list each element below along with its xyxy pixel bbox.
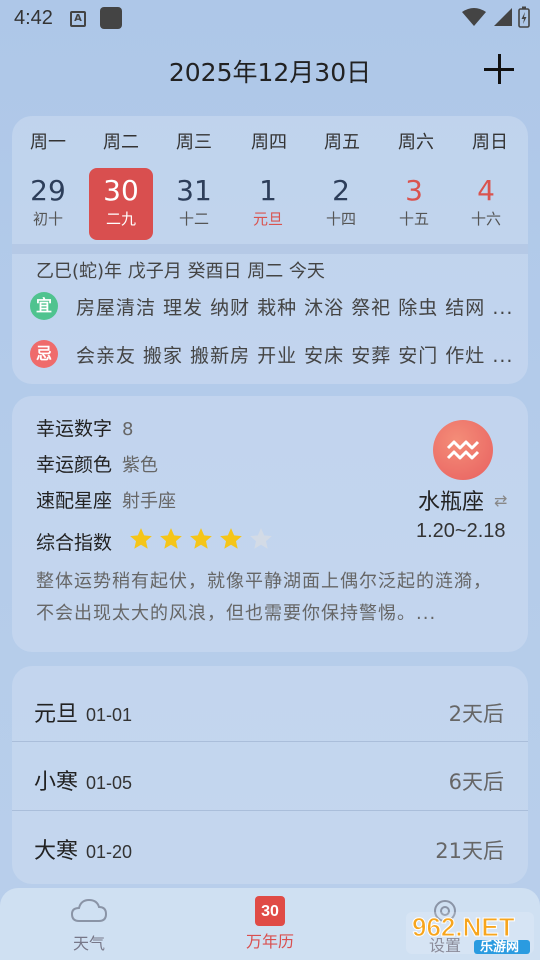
day-cell[interactable]: 2 十四 xyxy=(309,168,373,240)
cloud-icon xyxy=(70,898,108,922)
fortune-description: 整体运势稍有起伏，就像平静湖面上偶尔泛起的涟漪，不会出现太大的风浪，但也需要你保… xyxy=(36,571,492,624)
ji-badge: 忌 xyxy=(30,340,58,368)
day-cell-weekend[interactable]: 3 十五 xyxy=(382,168,446,240)
day-number: 4 xyxy=(477,174,495,207)
divider xyxy=(12,810,528,811)
holiday-countdown: 6天后 xyxy=(448,770,504,794)
app-notification-icon xyxy=(100,7,122,29)
zodiac-date-range: 1.20~2.18 xyxy=(416,520,506,542)
weekday-label: 周三 xyxy=(176,132,212,153)
day-number: 1 xyxy=(259,174,277,207)
status-bar: 4:42 A xyxy=(0,0,540,38)
lunar-date: 十五 xyxy=(398,210,429,228)
holiday-date: 01-05 xyxy=(86,773,133,793)
ji-row[interactable]: 忌 会亲友 搬家 搬新房 开业 安床 安葬 安门 作灶 ... xyxy=(30,338,513,370)
fortune-card[interactable]: 幸运数字 8 幸运颜色 紫色 速配星座 射手座 综合指数 水瓶座 ⇄ 1.20~2.1… xyxy=(12,396,528,652)
status-time: 4:42 xyxy=(14,7,53,29)
nav-calendar-label: 万年历 xyxy=(245,932,294,951)
weekday-label: 周一 xyxy=(30,132,66,153)
swap-icon[interactable]: ⇄ xyxy=(494,491,507,510)
lunar-date: 十二 xyxy=(178,210,209,228)
nav-weather-label: 天气 xyxy=(72,934,105,953)
add-button[interactable] xyxy=(482,52,516,86)
holiday-row[interactable]: 小寒 01-05 6天后 xyxy=(12,744,528,812)
holiday-date: 01-20 xyxy=(86,842,133,862)
day-cell[interactable]: 31 十二 xyxy=(162,168,226,240)
lucky-color-value: 紫色 xyxy=(122,455,159,476)
battery-icon xyxy=(518,6,530,28)
lucky-number-value: 8 xyxy=(122,419,134,440)
day-number: 3 xyxy=(405,174,423,207)
day-number: 31 xyxy=(176,174,212,207)
holiday-row[interactable]: 大寒 01-20 21天后 xyxy=(12,813,528,881)
nav-weather[interactable]: 天气 xyxy=(44,896,134,954)
match-sign-value: 射手座 xyxy=(122,491,177,512)
holiday-date: 01-01 xyxy=(86,705,133,725)
bottom-nav: 天气 30 万年历 设置 962.NET 乐游网 xyxy=(0,888,540,960)
match-sign-label: 速配星座 xyxy=(36,490,113,512)
holiday-row[interactable]: 元旦 01-01 2天后 xyxy=(12,676,528,744)
lucky-color-label: 幸运颜色 xyxy=(36,454,113,476)
lunar-date: 初十 xyxy=(32,210,63,228)
ganzhi-date: 乙巳(蛇)年 戊子月 癸酉日 周二 今天 xyxy=(36,261,325,282)
day-number: 29 xyxy=(30,174,66,207)
weekday-label: 周五 xyxy=(324,132,360,153)
overall-index-label: 综合指数 xyxy=(36,532,113,554)
lunar-date: 十四 xyxy=(325,210,356,228)
star-filled-icon xyxy=(220,528,242,549)
zodiac-name[interactable]: 水瓶座 xyxy=(418,484,484,516)
day-cell[interactable]: 29 初十 xyxy=(16,168,80,240)
weekday-label: 周四 xyxy=(251,132,287,153)
day-number: 30 xyxy=(103,174,139,207)
lucky-color-row: 幸运颜色 紫色 xyxy=(36,450,158,477)
overall-index-row: 综合指数 xyxy=(36,526,274,555)
site-watermark-logo: 962.NET 乐游网 xyxy=(406,912,534,955)
lunar-date: 二九 xyxy=(105,210,136,228)
signal-icon xyxy=(494,8,512,26)
divider xyxy=(12,741,528,742)
lucky-number-label: 幸运数字 xyxy=(36,418,113,440)
lunar-date: 十六 xyxy=(470,210,501,228)
day-cell-weekend[interactable]: 4 十六 xyxy=(454,168,518,240)
yi-text: 房屋清洁 理发 纳财 栽种 沐浴 祭祀 除虫 结网 ... xyxy=(76,296,514,319)
holiday-countdown: 21天后 xyxy=(435,839,504,863)
weekday-label: 周二 xyxy=(103,132,139,153)
day-cell-today[interactable]: 30 二九 xyxy=(89,168,153,240)
aquarius-icon[interactable] xyxy=(433,420,493,480)
weekday-label: 周日 xyxy=(472,132,508,153)
star-filled-icon xyxy=(160,528,182,549)
holiday-name: 元旦 xyxy=(34,702,79,727)
day-number: 2 xyxy=(332,174,350,207)
star-filled-icon xyxy=(130,528,152,549)
calendar-divider xyxy=(12,244,528,254)
wifi-icon xyxy=(462,8,486,26)
star-empty-icon xyxy=(250,528,272,549)
holiday-countdown: 2天后 xyxy=(448,702,504,726)
weekday-header: 周一 周二 周三 周四 周五 周六 周日 xyxy=(12,128,528,158)
week-days: 29 初十 30 二九 31 十二 1 元旦 2 十四 3 十五 4 十六 xyxy=(12,168,528,240)
svg-text:乐游网: 乐游网 xyxy=(480,939,519,955)
day-cell[interactable]: 1 元旦 xyxy=(236,168,300,240)
lunar-date-holiday: 元旦 xyxy=(252,210,283,228)
match-sign-row: 速配星座 射手座 xyxy=(36,486,176,513)
star-filled-icon xyxy=(190,528,212,549)
svg-text:962.NET: 962.NET xyxy=(412,912,515,942)
rating-stars xyxy=(128,526,274,552)
holiday-name: 小寒 xyxy=(34,770,79,795)
yi-row[interactable]: 宜 房屋清洁 理发 纳财 栽种 沐浴 祭祀 除虫 结网 ... xyxy=(30,290,513,322)
holiday-name: 大寒 xyxy=(34,839,79,864)
keyboard-notification-icon: A xyxy=(70,11,86,27)
week-calendar-card: 周一 周二 周三 周四 周五 周六 周日 29 初十 30 二九 31 十二 1… xyxy=(12,116,528,384)
page-title[interactable]: 2025年12月30日 xyxy=(0,53,540,89)
lucky-number-row: 幸运数字 8 xyxy=(36,414,133,441)
calendar-icon: 30 xyxy=(255,896,285,926)
nav-calendar[interactable]: 30 万年历 xyxy=(225,896,315,952)
yi-badge: 宜 xyxy=(30,292,58,320)
holiday-list-card: 元旦 01-01 2天后 小寒 01-05 6天后 大寒 01-20 21天后 xyxy=(12,666,528,884)
weekday-label: 周六 xyxy=(398,132,434,153)
ji-text: 会亲友 搬家 搬新房 开业 安床 安葬 安门 作灶 ... xyxy=(76,344,514,367)
